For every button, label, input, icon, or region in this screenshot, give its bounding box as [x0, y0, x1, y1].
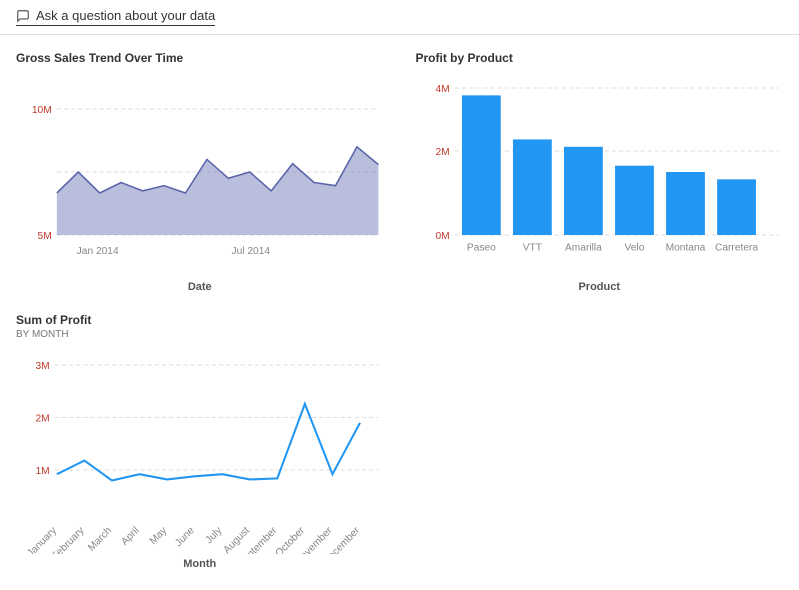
bar-montana — [666, 172, 705, 235]
svg-text:VTT: VTT — [522, 243, 542, 254]
svg-text:2M: 2M — [36, 414, 50, 425]
svg-text:Velo: Velo — [624, 243, 644, 254]
sum-profit-svg: 3M 2M 1M January February March April Ma… — [16, 344, 384, 554]
top-bar: Ask a question about your data — [0, 0, 799, 35]
ask-question-bar[interactable]: Ask a question about your data — [16, 8, 215, 26]
svg-text:May: May — [148, 525, 170, 547]
chat-icon — [16, 9, 30, 23]
svg-text:Montana: Montana — [665, 243, 705, 254]
profit-product-title: Profit by Product — [416, 51, 784, 65]
bar-amarilla — [564, 147, 603, 235]
svg-text:Carretera: Carretera — [715, 243, 758, 254]
svg-text:June: June — [173, 525, 196, 549]
sum-profit-chart: 3M 2M 1M January February March April Ma… — [16, 344, 384, 554]
svg-text:2M: 2M — [435, 147, 449, 158]
svg-text:5M: 5M — [38, 231, 52, 242]
gross-sales-chart: 10M 5M Jan 2014 Jul 2014 — [16, 67, 384, 277]
svg-text:0M: 0M — [435, 231, 449, 242]
sum-profit-x-label: Month — [16, 558, 384, 570]
sum-profit-subtitle: BY MONTH — [16, 329, 384, 340]
profit-product-chart: 4M 2M 0M Paseo VTT Amarilla Velo Mon — [416, 67, 784, 277]
svg-text:April: April — [120, 525, 142, 548]
svg-text:Jul 2014: Jul 2014 — [232, 246, 271, 257]
svg-text:Amarilla: Amarilla — [564, 243, 601, 254]
svg-text:Jan 2014: Jan 2014 — [77, 246, 119, 257]
svg-text:3M: 3M — [36, 361, 50, 372]
gross-sales-svg: 10M 5M Jan 2014 Jul 2014 — [16, 67, 384, 277]
svg-text:July: July — [204, 525, 225, 547]
svg-text:Paseo: Paseo — [466, 243, 495, 254]
gross-sales-panel: Gross Sales Trend Over Time 10M 5M Jan 2… — [0, 43, 400, 305]
ask-question-label: Ask a question about your data — [36, 8, 215, 23]
svg-text:1M: 1M — [36, 466, 50, 477]
charts-container: Gross Sales Trend Over Time 10M 5M Jan 2… — [0, 35, 799, 590]
svg-text:March: March — [86, 525, 114, 554]
bar-velo — [615, 166, 654, 235]
profit-product-panel: Profit by Product 4M 2M 0M Paseo VTT — [400, 43, 799, 305]
sum-profit-panel: Sum of Profit BY MONTH 3M 2M 1M Jan — [0, 305, 400, 582]
profit-product-svg: 4M 2M 0M Paseo VTT Amarilla Velo Mon — [416, 67, 784, 277]
svg-text:4M: 4M — [435, 84, 449, 95]
profit-product-x-label: Product — [416, 281, 784, 293]
svg-text:10M: 10M — [32, 105, 52, 116]
sum-profit-title: Sum of Profit — [16, 313, 384, 327]
bar-vtt — [512, 139, 551, 235]
gross-sales-x-label: Date — [16, 281, 384, 293]
gross-sales-title: Gross Sales Trend Over Time — [16, 51, 384, 65]
svg-text:February: February — [50, 525, 87, 554]
bar-carretera — [717, 179, 756, 235]
bar-paseo — [461, 95, 500, 235]
